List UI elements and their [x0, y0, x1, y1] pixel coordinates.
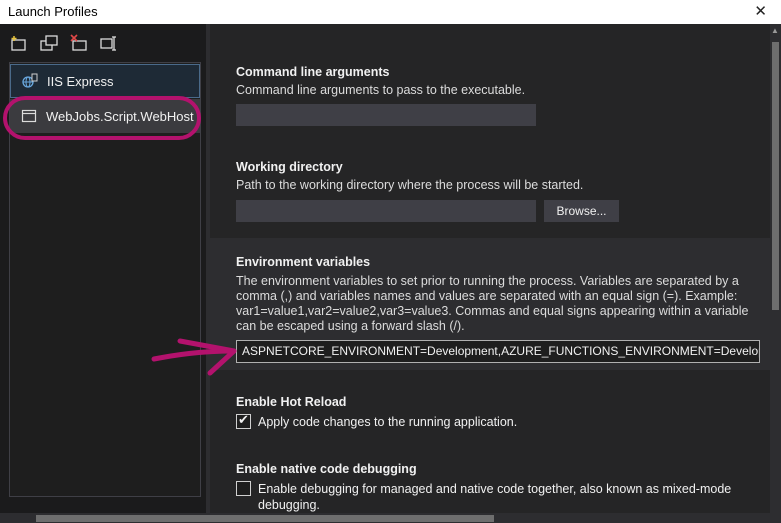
- env-vars-description-line-1: The environment variables to set prior t…: [236, 274, 739, 288]
- cmd-args-description: Command line arguments to pass to the ex…: [236, 83, 526, 97]
- horizontal-scrollbar-thumb[interactable]: [36, 515, 494, 522]
- native-debug-title: Enable native code debugging: [236, 462, 417, 476]
- working-dir-input[interactable]: [236, 200, 536, 222]
- rename-profile-icon[interactable]: [100, 34, 118, 52]
- settings-pane: Command line arguments Command line argu…: [210, 24, 770, 513]
- profile-label: WebJobs.Script.WebHost: [46, 108, 194, 124]
- hot-reload-label: Apply code changes to the running applic…: [258, 415, 518, 429]
- profile-item-webjobs-script-webhost[interactable]: WebJobs.Script.WebHost: [10, 99, 200, 133]
- hot-reload-checkbox[interactable]: [236, 412, 251, 429]
- browse-button[interactable]: Browse...: [544, 200, 619, 222]
- arrow-annotation: [151, 338, 237, 376]
- env-vars-title: Environment variables: [236, 255, 371, 269]
- working-dir-title: Working directory: [236, 160, 343, 174]
- copy-profile-icon[interactable]: [40, 34, 58, 52]
- profiles-pane: IIS Express WebJobs.Script.WebHost: [0, 24, 206, 513]
- env-vars-description-line-4: can be escaped using a forward slash (/)…: [236, 319, 465, 333]
- delete-profile-icon[interactable]: [70, 34, 88, 52]
- new-profile-icon[interactable]: [10, 34, 28, 52]
- env-vars-description-line-2: comma (,) and variables names and values…: [236, 289, 738, 303]
- cmd-args-title: Command line arguments: [236, 65, 390, 79]
- globe-server-icon: [22, 73, 38, 89]
- env-vars-description-line-3: var1=value1,var2=value2,var3=value3. Com…: [236, 304, 749, 318]
- profiles-toolbar: [10, 34, 118, 54]
- profile-item-iis-express[interactable]: IIS Express: [10, 64, 200, 98]
- cmd-args-input[interactable]: [236, 104, 536, 126]
- window-title: Launch Profiles: [8, 4, 98, 19]
- profile-label: IIS Express: [47, 73, 114, 89]
- env-vars-input[interactable]: ASPNETCORE_ENVIRONMENT=Development,AZURE…: [236, 340, 760, 363]
- hot-reload-title: Enable Hot Reload: [236, 395, 347, 409]
- close-icon[interactable]: ✕: [754, 2, 767, 20]
- native-debug-checkbox[interactable]: [236, 481, 251, 496]
- vertical-scrollbar-thumb[interactable]: [772, 42, 779, 310]
- window-icon: [21, 108, 37, 124]
- title-bar: Launch Profiles ✕: [0, 0, 781, 24]
- native-debug-label-line-1: Enable debugging for managed and native …: [258, 482, 732, 496]
- native-debug-label-line-2: debugging.: [258, 498, 320, 512]
- scroll-up-icon[interactable]: ▲: [771, 26, 779, 35]
- working-dir-description: Path to the working directory where the …: [236, 178, 584, 192]
- profile-list: IIS Express WebJobs.Script.WebHost: [9, 62, 201, 497]
